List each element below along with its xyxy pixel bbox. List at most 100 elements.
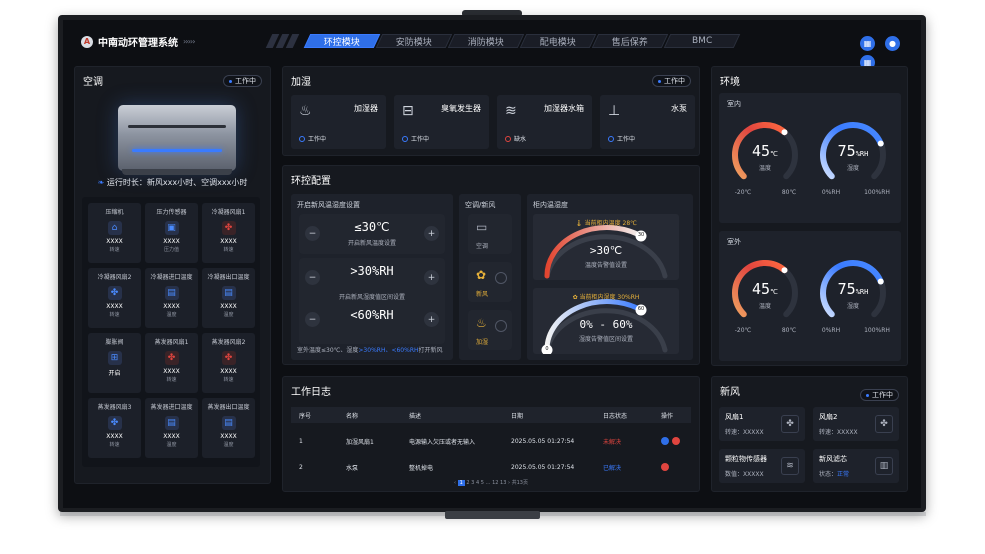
fresh-status-badge: 工作中 (860, 389, 899, 401)
fan-1-card[interactable]: 风扇1 转速：XXXXX ✤ (719, 407, 805, 441)
water-tank-icon: ≋ (505, 103, 517, 119)
humidity-badge-min: 0 (545, 346, 549, 352)
cabinet-title: 柜内温湿度 (533, 201, 568, 209)
temp-threshold-label: 开启新风温度设置 (347, 240, 396, 247)
temp-alarm-caption: 温度告警值设置 (584, 262, 627, 269)
tv-stand (445, 511, 540, 519)
fresh-air-panel: 新风 工作中 风扇1 转速：XXXXX ✤ 风扇2 转速：XXXXX ✤ 颗粒物传感器数… (711, 376, 908, 492)
hum-min: 0%RH (821, 189, 841, 196)
col-ops: 操作 (661, 412, 674, 420)
sensor-card[interactable]: 蒸发器风扇3 ✤ XXXX 转速 (88, 398, 141, 458)
power-toggle-icon (495, 320, 507, 332)
humid-device-card[interactable]: ≋ 加湿器水箱 缺水 (497, 95, 592, 149)
fan-2-card[interactable]: 风扇2 转速：XXXXX ✤ (813, 407, 899, 441)
ac-runtime: ❧ 运行时长：新风xxx小时、空调xxx小时 (97, 178, 248, 187)
hum-value: 75%RH (837, 142, 869, 160)
cabinet-temp-card: 🌡 当前柜内温度 28℃ 30 >30℃ 温度告警值设置 (533, 214, 679, 280)
work-log-panel: 工作日志 序号 名称 描述 日期 日志状态 操作 1 加湿风扇1 电源输入欠压或… (282, 376, 700, 492)
log-table-header: 序号 名称 描述 日期 日志状态 操作 (291, 407, 691, 423)
filter-icon: ▥ (875, 457, 893, 475)
fresh-title: 新风 (720, 387, 740, 398)
status-badge: 未解决 (603, 438, 622, 446)
tab-security[interactable]: 安防模块 (375, 34, 453, 48)
thermo-icon: ▤ (221, 416, 236, 430)
humid-status-badge: 工作中 (652, 75, 691, 87)
page-links[interactable]: 2 3 4 5 … 12 13 (466, 480, 506, 486)
plus-button[interactable]: + (424, 226, 439, 241)
sensor-card[interactable]: 蒸发器出口温度 ▤ XXXX 温度 (202, 398, 255, 458)
prev-page-button[interactable]: ‹ (454, 480, 456, 486)
col-status: 日志状态 (603, 412, 628, 420)
fan-icon: ✤ (781, 415, 799, 433)
ac-unit-image (118, 105, 236, 175)
outdoor-card: 室外 45℃ 温度 -20℃ 80℃ 75%RH 湿度 0%RH 100%RH (719, 231, 901, 361)
delete-icon[interactable] (672, 437, 680, 445)
filter-card[interactable]: 新风滤芯 状态：正常 ▥ (813, 449, 899, 483)
humid-device-card[interactable]: ⊟ 臭氧发生器 工作中 (394, 95, 489, 149)
power-icon (608, 135, 614, 142)
power-icon (299, 135, 305, 142)
mode-ac[interactable]: ▭ 空调 (468, 214, 512, 254)
mode-title: 空调/新风 (465, 201, 496, 209)
user-icon[interactable]: ● (885, 36, 900, 51)
settings-title: 开启新风温湿度设置 (297, 201, 360, 209)
tab-bmc[interactable]: BMC (663, 34, 741, 48)
top-bar: A 中南动环管理系统 ››››› 环控模块 安防模块 消防模块 配电模块 售后保… (63, 20, 921, 70)
col-desc: 描述 (409, 412, 422, 420)
ac-panel: 空调 工作中 ❧ 运行时长：新风xxx小时、空调xxx小时 压缩机 ⌂ XXXX 转速… (74, 66, 271, 484)
thermo-icon: ▤ (221, 286, 236, 300)
sensor-card[interactable]: 蒸发器进口温度 ▤ XXXX 温度 (145, 398, 198, 458)
edit-icon[interactable] (661, 437, 669, 445)
sensor-card[interactable]: 压缩机 ⌂ XXXX 转速 (88, 203, 141, 263)
sensor-card[interactable]: 冷凝器风扇2 ✤ XXXX 转速 (88, 268, 141, 328)
temp-badge: 30 (637, 232, 645, 238)
logo-icon: A (81, 35, 93, 48)
settings-footer: 室外温度≤30℃、湿度>30%RH、<60%RH打开新风 (297, 347, 443, 354)
mode-humidify[interactable]: ♨ 加湿 (468, 310, 512, 350)
sensor-card[interactable]: 压力传感器 ▣ XXXX 压力值 (145, 203, 198, 263)
app-title: 中南动环管理系统 (98, 38, 178, 49)
power-icon (402, 135, 408, 142)
hum-label: 湿度 (846, 165, 859, 172)
fan-icon: ✤ (107, 286, 122, 300)
humid-device-card[interactable]: ⊥ 水泵 工作中 (600, 95, 695, 149)
temp-threshold-control: − ≤30℃ 开启新风温度设置 + (299, 214, 445, 254)
plus-button[interactable]: + (424, 270, 439, 285)
tab-power[interactable]: 配电模块 (519, 34, 597, 48)
humidifier-icon: ♨ (476, 316, 487, 330)
tab-decoration (265, 34, 300, 48)
page-1-button[interactable]: 1 (457, 480, 465, 486)
delete-icon[interactable] (661, 463, 669, 471)
tab-after-sales[interactable]: 售后保养 (591, 34, 669, 48)
sensor-card[interactable]: 冷凝器出口温度 ▤ XXXX 温度 (202, 268, 255, 328)
chevrons-icon: ››››› (183, 37, 196, 46)
dashboard-screen: A 中南动环管理系统 ››››› 环控模块 安防模块 消防模块 配电模块 售后保… (63, 20, 921, 508)
mode-fresh-air[interactable]: ✿ 新风 (468, 262, 512, 302)
brand: A 中南动环管理系统 ››››› (81, 34, 196, 49)
humid-device-card[interactable]: ♨ 加湿器 工作中 (291, 95, 386, 149)
next-page-button[interactable]: › (508, 480, 510, 486)
particle-sensor-card[interactable]: 颗粒物传感器 数值：XXXXX ≋ (719, 449, 805, 483)
tab-fire[interactable]: 消防模块 (447, 34, 525, 48)
climate-config-panel: 环控配置 开启新风温湿度设置 − ≤30℃ 开启新风温度设置 + − >30%R… (282, 165, 700, 365)
cabinet-humidity-card: ✿ 当前柜内湿度 30%RH 0 60 0% - 60% 湿度告警值区间设置 (533, 288, 679, 354)
power-toggle-icon (495, 272, 507, 284)
plus-button[interactable]: + (424, 312, 439, 327)
hum-value: 75%RH (837, 280, 869, 298)
fan-icon: ✤ (107, 416, 122, 430)
sensor-card[interactable]: 膨胀阀 ⊞ 开启 (88, 333, 141, 393)
hum-max: 100%RH (864, 327, 890, 334)
tab-env-control[interactable]: 环控模块 (303, 34, 381, 48)
sensor-card[interactable]: 冷凝器风扇1 ✤ XXXX 转速 (202, 203, 255, 263)
table-row: 2 水泵 整机掉电 2025.05.05 01:27:54 已解决 (291, 457, 691, 477)
sensor-card[interactable]: 冷凝器进口温度 ▤ XXXX 温度 (145, 268, 198, 328)
humidifier-icon: ♨ (299, 103, 312, 119)
col-no: 序号 (299, 412, 312, 420)
humidity-alarm-caption: 湿度告警值区间设置 (578, 336, 633, 343)
grid-icon[interactable]: ▦ (860, 36, 875, 51)
sensor-card[interactable]: 蒸发器风扇2 ✤ XXXX 转速 (202, 333, 255, 393)
table-row: 1 加湿风扇1 电源输入欠压或者无输入 2025.05.05 01:27:54 … (291, 431, 691, 451)
module-tabs: 环控模块 安防模块 消防模块 配电模块 售后保养 BMC (303, 34, 741, 48)
humidity-badge-max: 60 (637, 306, 645, 312)
sensor-card[interactable]: 蒸发器风扇1 ✤ XXXX 转速 (145, 333, 198, 393)
